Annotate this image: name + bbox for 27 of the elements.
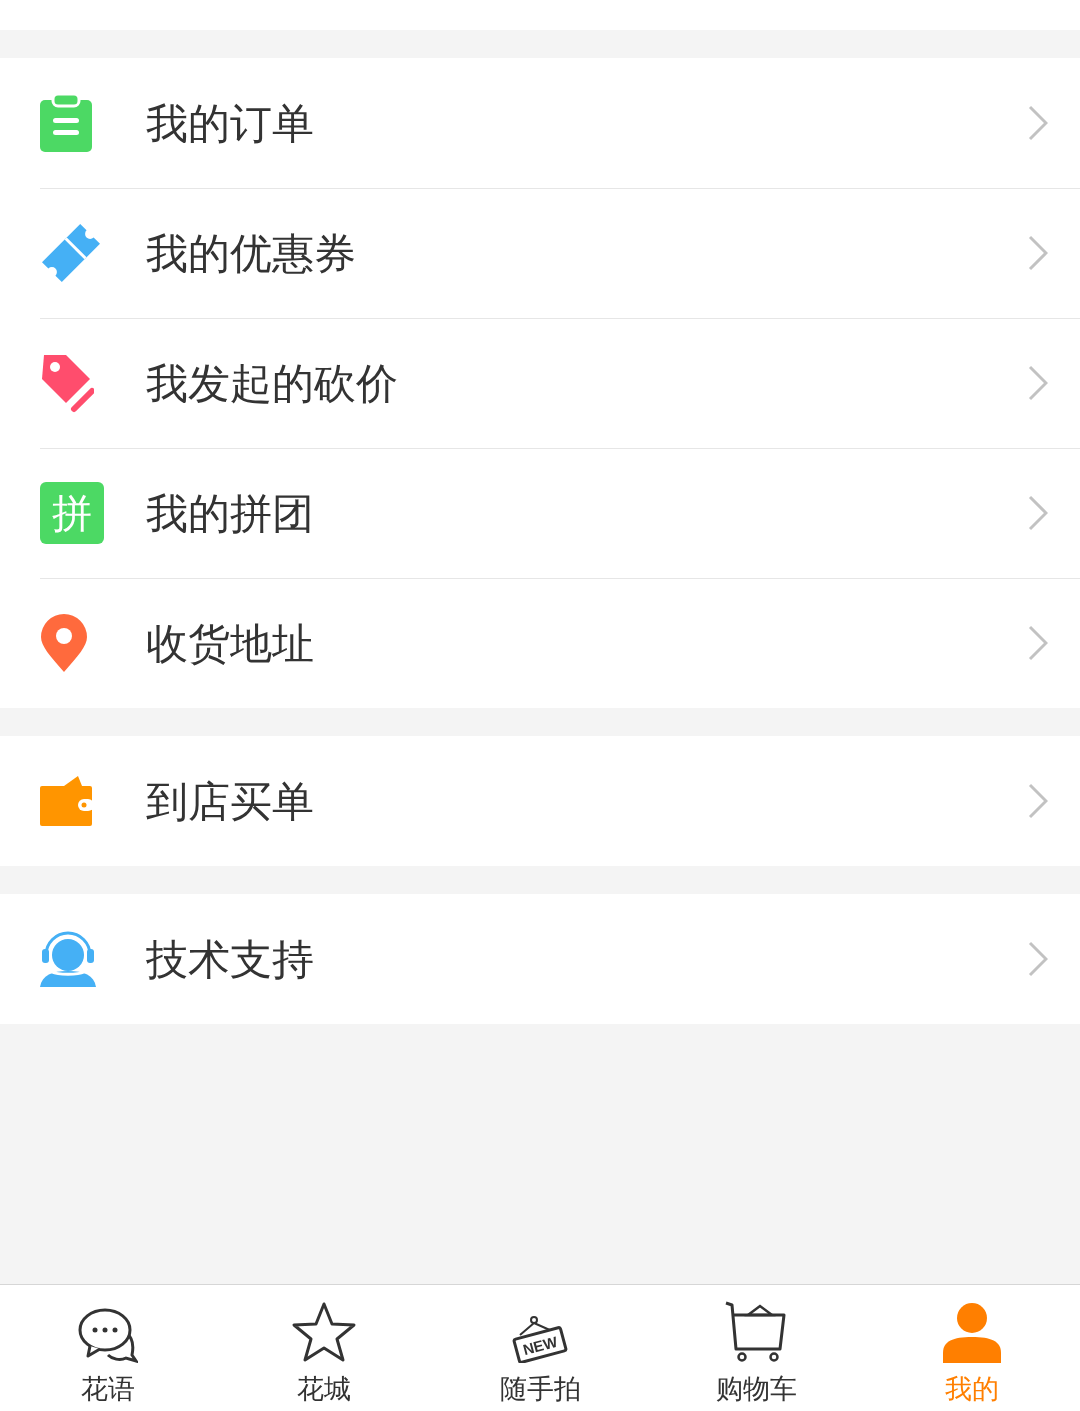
ticket-icon xyxy=(40,223,102,283)
chevron-right-icon xyxy=(1028,941,1048,977)
chevron-right-icon xyxy=(1028,235,1048,271)
chevron-right-icon xyxy=(1028,105,1048,141)
menu-item-label[interactable]: 收货地址 xyxy=(146,611,1028,675)
tab-button[interactable]: NEW 随手拍 xyxy=(432,1285,648,1411)
chevron-right-icon xyxy=(1028,783,1048,819)
tab-button[interactable]: 花城 xyxy=(216,1285,432,1411)
star-icon xyxy=(291,1300,357,1363)
clipboard-icon xyxy=(40,94,92,152)
chat-bubbles-icon xyxy=(78,1306,138,1363)
chevron-right-icon xyxy=(1028,365,1048,401)
menu-item-label[interactable]: 我的优惠券 xyxy=(146,221,1028,285)
chevron-right-icon xyxy=(1028,625,1048,661)
person-icon xyxy=(943,1302,1001,1363)
tab-button[interactable]: 花语 xyxy=(0,1285,216,1411)
chevron-right-icon xyxy=(1028,495,1048,531)
menu-item-label[interactable]: 我发起的砍价 xyxy=(146,351,1028,415)
menu-item-label[interactable]: 我的订单 xyxy=(146,91,1028,155)
price-tag-icon xyxy=(40,353,94,413)
menu-item-label[interactable]: 我的拼团 xyxy=(146,481,1028,545)
tab-button[interactable]: 购物车 xyxy=(648,1285,864,1411)
location-pin-icon xyxy=(40,614,88,672)
shopping-cart-icon xyxy=(724,1300,788,1363)
group-buy-icon: 拼 xyxy=(40,482,104,544)
customer-support-icon xyxy=(40,931,96,987)
wallet-icon xyxy=(40,774,94,828)
